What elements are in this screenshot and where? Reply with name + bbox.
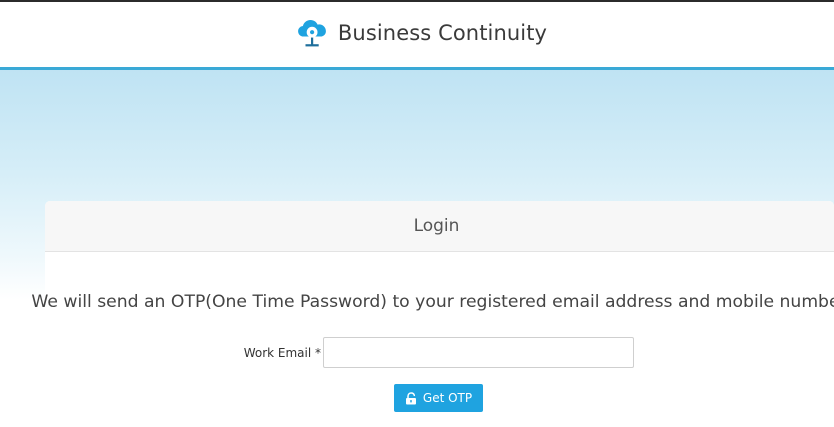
unlock-icon: [405, 391, 416, 404]
app-title: Business Continuity: [337, 21, 548, 45]
cloud-network-icon: [298, 20, 326, 47]
work-email-input[interactable]: [323, 337, 634, 368]
work-email-row: Work Email *: [0, 337, 834, 369]
login-page: Business Continuity Login We will send a…: [0, 0, 834, 427]
login-card-header: Login: [45, 201, 834, 252]
get-otp-button[interactable]: Get OTP: [394, 384, 483, 412]
app-header: Business Continuity: [0, 2, 834, 67]
get-otp-label: Get OTP: [422, 391, 473, 405]
otp-info-message: We will send an OTP(One Time Password) t…: [31, 292, 834, 312]
login-title: Login: [413, 216, 460, 236]
brand: Business Continuity: [295, 16, 547, 50]
work-email-label: Work Email *: [243, 346, 321, 360]
